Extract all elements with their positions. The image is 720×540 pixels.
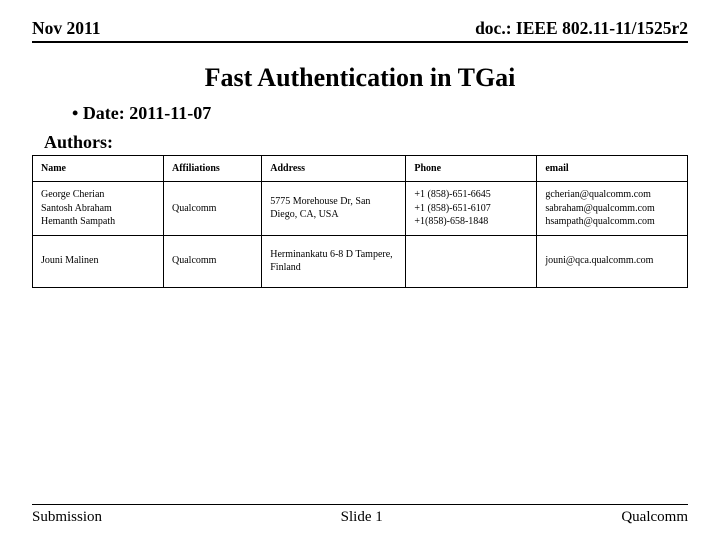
th-addr: Address	[262, 156, 406, 182]
table-header-row: Name Affiliations Address Phone email	[33, 156, 688, 182]
cell-phone: +1 (858)-651-6645+1 (858)-651-6107+1(858…	[406, 182, 537, 236]
spacer	[32, 288, 688, 505]
header-docnum: doc.: IEEE 802.11-11/1525r2	[475, 18, 688, 39]
header-bar: Nov 2011 doc.: IEEE 802.11-11/1525r2	[32, 18, 688, 43]
cell-addr: 5775 Morehouse Dr, San Diego, CA, USA	[262, 182, 406, 236]
footer-right: Qualcomm	[621, 509, 688, 526]
cell-email: jouni@qca.qualcomm.com	[537, 235, 688, 287]
th-affil: Affiliations	[164, 156, 262, 182]
slide-page: Nov 2011 doc.: IEEE 802.11-11/1525r2 Fas…	[0, 0, 720, 540]
footer-bar: Submission Slide 1 Qualcomm	[32, 509, 688, 526]
authors-label: Authors:	[44, 132, 688, 153]
footer-left: Submission	[32, 509, 102, 526]
cell-email: gcherian@qualcomm.comsabraham@qualcomm.c…	[537, 182, 688, 236]
cell-phone	[406, 235, 537, 287]
table-row: George CherianSantosh AbrahamHemanth Sam…	[33, 182, 688, 236]
cell-name: George CherianSantosh AbrahamHemanth Sam…	[33, 182, 164, 236]
th-email: email	[537, 156, 688, 182]
cell-affil: Qualcomm	[164, 235, 262, 287]
cell-name: Jouni Malinen	[33, 235, 164, 287]
cell-addr: Herminankatu 6-8 D Tampere, Finland	[262, 235, 406, 287]
authors-table: Name Affiliations Address Phone email Ge…	[32, 155, 688, 288]
date-line: Date: 2011-11-07	[72, 103, 688, 124]
footer-rule	[32, 504, 688, 505]
table-row: Jouni Malinen Qualcomm Herminankatu 6-8 …	[33, 235, 688, 287]
th-name: Name	[33, 156, 164, 182]
header-date: Nov 2011	[32, 18, 101, 39]
cell-affil: Qualcomm	[164, 182, 262, 236]
slide-title: Fast Authentication in TGai	[32, 63, 688, 93]
footer-center: Slide 1	[341, 509, 383, 526]
th-phone: Phone	[406, 156, 537, 182]
